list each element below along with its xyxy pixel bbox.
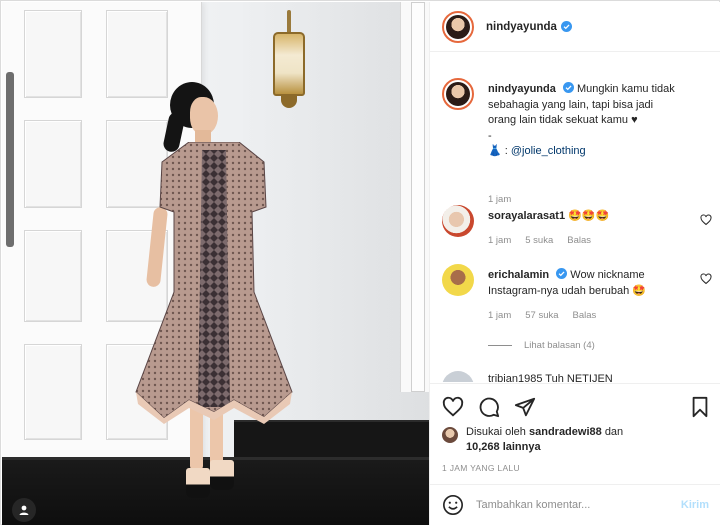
avatar[interactable]	[442, 205, 474, 237]
caption-username[interactable]: nindyayunda	[488, 83, 556, 95]
verified-badge-icon	[556, 268, 568, 279]
comment-likes[interactable]: 57 suka	[525, 310, 558, 321]
divider	[488, 345, 512, 346]
post-comment-button[interactable]: Kirim	[681, 499, 709, 511]
comment-item: tribian1985 Tuh NETIJEN	[442, 371, 714, 382]
avatar[interactable]	[442, 10, 474, 43]
patterned-dress	[135, 142, 293, 424]
door-panel	[24, 10, 82, 98]
smiley-icon[interactable]	[442, 494, 464, 516]
lamp-bracket	[287, 10, 291, 34]
comment-icon[interactable]	[478, 396, 500, 418]
liked-by-others[interactable]: 10,268 lainnya	[466, 441, 541, 453]
view-replies-button[interactable]: Lihat balasan (4)	[488, 340, 595, 351]
comment-likes[interactable]: 5 suka	[525, 235, 553, 246]
avatar	[442, 427, 458, 443]
caption-line: sebahagia yang lain, tapi bisa jadi	[488, 98, 654, 111]
comment-text: tribian1985 Tuh NETIJEN	[488, 373, 613, 382]
comment-input[interactable]	[476, 499, 681, 511]
liked-by-user[interactable]: sandradewi88	[529, 426, 602, 438]
dress-emoji: 👗 :	[488, 145, 511, 157]
caption-line: -	[488, 129, 492, 142]
share-icon[interactable]	[514, 396, 536, 418]
reply-button[interactable]: Balas	[567, 235, 591, 246]
caption-line: orang lain tidak sekuat kamu ♥	[488, 114, 638, 126]
verified-badge-icon	[562, 82, 574, 93]
comment-list[interactable]: nindyayunda Mungkin kamu tidak sebahagia…	[430, 53, 720, 382]
comment-text: Wow nickname	[570, 269, 645, 281]
comment-time[interactable]: 1 jam	[488, 235, 511, 246]
heart-icon[interactable]	[442, 396, 464, 418]
comment-item: erichalamin Wow nickname Instagram-nya u…	[442, 264, 714, 334]
brand-mention-link[interactable]: @jolie_clothing	[511, 145, 586, 157]
comment-time[interactable]: 1 jam	[488, 310, 511, 321]
user-tag-icon[interactable]	[12, 498, 36, 522]
window-frame	[400, 2, 429, 392]
liked-by-prefix: Disukai oleh	[466, 426, 526, 438]
comment-text: 🤩🤩🤩	[568, 210, 610, 222]
action-bar	[430, 383, 720, 428]
bookmark-icon[interactable]	[689, 396, 711, 418]
reply-button[interactable]: Balas	[573, 310, 597, 321]
right-shoe	[210, 460, 234, 490]
comment-item: sorayalarasat1 🤩🤩🤩 1 jam 5 suka Balas	[442, 205, 714, 255]
caption-time[interactable]: 1 jam	[488, 194, 511, 205]
black-step	[234, 420, 429, 462]
door-panel	[106, 10, 168, 98]
post-timestamp[interactable]: 1 JAM YANG LALU	[442, 463, 520, 473]
comment-username[interactable]: erichalamin	[488, 269, 549, 281]
caption-meta: 1 jam	[488, 194, 525, 205]
door-panel	[24, 344, 82, 440]
avatar[interactable]	[442, 371, 474, 382]
view-replies-label: Lihat balasan (4)	[524, 340, 595, 351]
liked-by: Disukai oleh sandradewi88 dan 10,268 lai…	[442, 425, 712, 455]
like-comment-heart-icon[interactable]	[700, 273, 712, 285]
avatar[interactable]	[442, 78, 474, 110]
post-header: nindyayunda	[430, 2, 720, 52]
comment-text: Instagram-nya udah berubah 🤩	[488, 284, 647, 297]
username-link[interactable]: nindyayunda	[486, 21, 557, 33]
caption-credit: 👗 : @jolie_clothing	[488, 144, 688, 160]
liked-by-joiner: dan	[604, 426, 624, 438]
add-comment-bar: Kirim	[430, 484, 720, 525]
like-comment-heart-icon[interactable]	[700, 214, 712, 226]
caption-text: nindyayunda Mungkin kamu tidak sebahagia…	[488, 82, 688, 160]
left-shoe	[186, 468, 210, 498]
wall-lamp	[273, 32, 305, 96]
post-dialog: nindyayunda nindyayunda Mungkin kamu tid…	[0, 0, 720, 525]
comment-username[interactable]: sorayalarasat1	[488, 210, 565, 222]
verified-badge-icon	[560, 21, 572, 32]
caption: nindyayunda Mungkin kamu tidak sebahagia…	[442, 78, 714, 205]
caption-line: Mungkin kamu tidak	[576, 83, 675, 95]
door-handle	[6, 72, 14, 247]
door-panel	[24, 120, 82, 208]
comment-meta: 1 jam 57 suka Balas	[488, 310, 610, 321]
post-sidebar: nindyayunda nindyayunda Mungkin kamu tid…	[429, 2, 720, 525]
door-panel	[24, 230, 82, 322]
avatar[interactable]	[442, 264, 474, 296]
comment-meta: 1 jam 5 suka Balas	[488, 235, 605, 246]
post-photo[interactable]	[2, 2, 429, 525]
